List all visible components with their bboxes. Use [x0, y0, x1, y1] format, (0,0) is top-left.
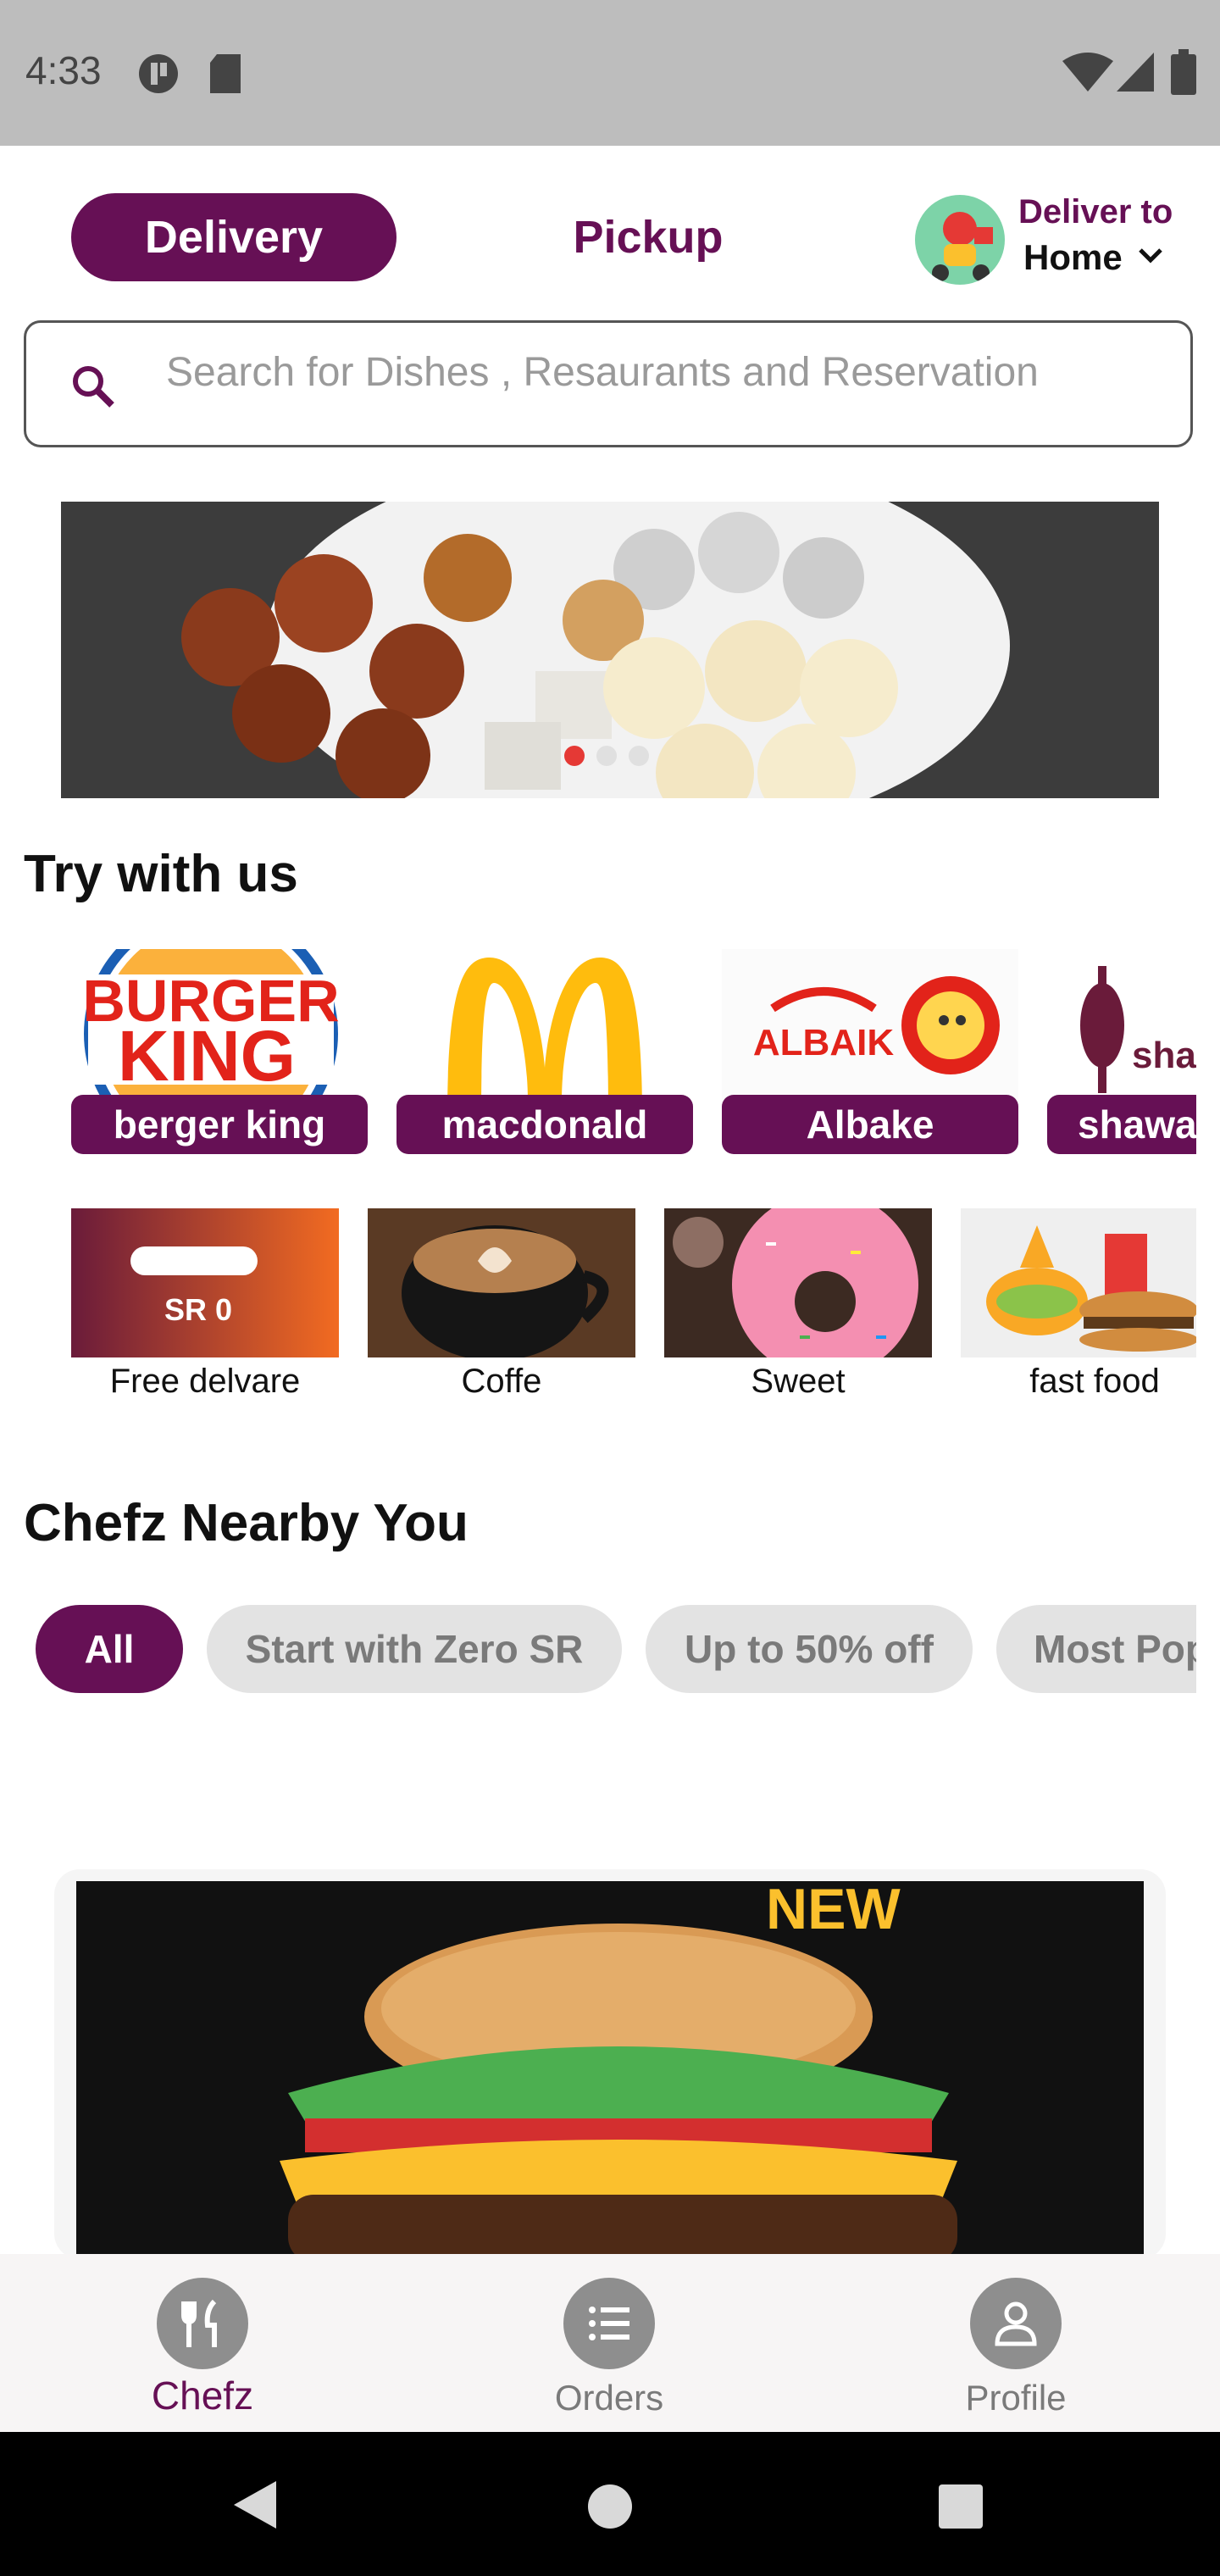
home-icon[interactable] [586, 2483, 634, 2534]
filter-chips-row: All Start with Zero SR Up to 50% off Mos… [0, 1605, 1196, 1693]
category-fast-food[interactable]: fast food [961, 1208, 1196, 1401]
wifi-icon [1062, 53, 1113, 92]
nav-label: Profile [965, 2378, 1067, 2418]
delivery-toggle-button[interactable]: Delivery [71, 193, 396, 281]
list-icon [563, 2278, 655, 2369]
status-time: 4:33 [25, 48, 102, 92]
search-placeholder: Search for Dishes , Resaurants and Reser… [166, 350, 1039, 395]
person-icon [970, 2278, 1062, 2369]
status-bar: 4:33 [0, 0, 1220, 146]
carousel-dot[interactable] [596, 746, 617, 766]
brand-label: macdonald [396, 1095, 693, 1154]
brands-row: BURGER KING berger king macdonald ALBAIK… [0, 949, 1196, 1169]
svg-text:ALBAIK: ALBAIK [753, 1022, 894, 1063]
nav-label: Chefz [151, 2373, 254, 2418]
chevron-down-icon [1138, 247, 1163, 269]
carousel-dot[interactable] [629, 746, 649, 766]
mcdonalds-logo [396, 949, 693, 1119]
filter-chip-50-off[interactable]: Up to 50% off [646, 1605, 973, 1693]
category-free-delivery[interactable]: SR 0 Free delvare [71, 1208, 339, 1401]
pickup-toggle-button[interactable]: Pickup [508, 193, 788, 281]
battery-icon [1171, 49, 1196, 95]
sd-card-icon [207, 53, 244, 95]
signal-icon [1117, 53, 1154, 92]
albaik-logo: ALBAIK [722, 949, 1018, 1119]
sweet-image [664, 1208, 932, 1357]
coffee-image [368, 1208, 635, 1357]
brand-label: berger king [71, 1095, 368, 1154]
cutlery-icon [157, 2278, 248, 2369]
bottom-navigation: Chefz Orders Profile [0, 2254, 1220, 2432]
free-delivery-image: SR 0 [71, 1208, 339, 1357]
svg-text:SR 0: SR 0 [164, 1292, 232, 1327]
system-navigation-bar [0, 2432, 1220, 2576]
location-value: Home [1023, 237, 1123, 277]
nav-tab-chefz[interactable]: Chefz [92, 2254, 313, 2418]
category-label: Coffe [461, 1363, 542, 1400]
back-icon[interactable] [230, 2479, 278, 2534]
carousel-dot-active[interactable] [564, 746, 585, 766]
nearby-title: Chefz Nearby You [24, 1494, 469, 1552]
search-icon [69, 363, 117, 414]
brand-card-shawarma[interactable]: sha shawa [1047, 949, 1196, 1154]
filter-chip-all[interactable]: All [36, 1605, 183, 1693]
try-with-us-title: Try with us [24, 845, 298, 903]
burger-king-logo: BURGER KING [71, 949, 368, 1119]
deliver-to-label[interactable]: Deliver to [1018, 193, 1173, 231]
delivery-scooter-avatar[interactable] [915, 195, 1005, 285]
categories-row: SR 0 Free delvare Coffe Sweet fast food [0, 1208, 1196, 1403]
brand-label: Albake [722, 1095, 1018, 1154]
nav-label: Orders [554, 2378, 664, 2418]
new-badge: NEW [766, 1877, 901, 1941]
svg-text:KING: KING [118, 1016, 296, 1096]
brand-card-burger-king[interactable]: BURGER KING berger king [71, 949, 368, 1154]
category-label: Free delvare [109, 1363, 301, 1400]
filter-chip-zero-sr[interactable]: Start with Zero SR [207, 1605, 622, 1693]
shawarma-logo: sha [1047, 949, 1196, 1119]
location-selector[interactable]: Home [1023, 237, 1163, 278]
brand-card-mcdonalds[interactable]: macdonald [396, 949, 693, 1154]
recents-icon[interactable] [939, 2484, 983, 2533]
svg-text:sha: sha [1132, 1035, 1196, 1076]
brand-label: shawa [1047, 1095, 1196, 1154]
category-label: Sweet [751, 1363, 846, 1400]
category-coffee[interactable]: Coffe [368, 1208, 635, 1401]
filter-chip-most-popular[interactable]: Most Pop [996, 1605, 1196, 1693]
category-label: fast food [1029, 1363, 1160, 1400]
privacy-indicator-icon [137, 53, 180, 95]
fast-food-image [961, 1208, 1196, 1357]
category-sweet[interactable]: Sweet [664, 1208, 932, 1401]
brand-card-albaik[interactable]: ALBAIK Albake [722, 949, 1018, 1154]
nav-tab-profile[interactable]: Profile [906, 2254, 1126, 2418]
nav-tab-orders[interactable]: Orders [499, 2254, 719, 2418]
restaurant-image[interactable] [76, 1881, 1144, 2259]
